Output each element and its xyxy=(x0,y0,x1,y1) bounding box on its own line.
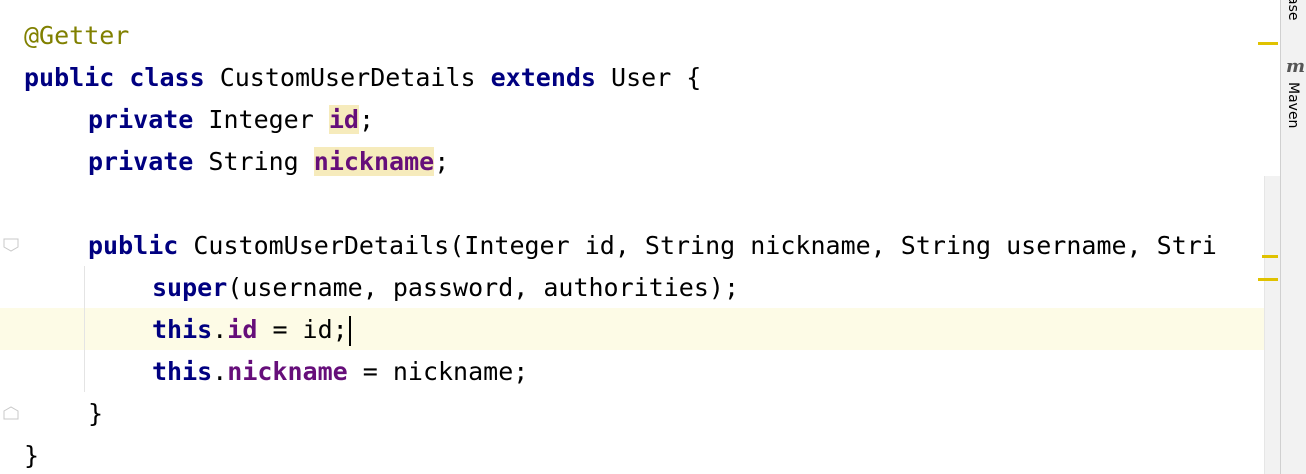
constructor-signature: CustomUserDetails(Integer id, String nic… xyxy=(178,231,1217,260)
keyword-public: public xyxy=(24,63,115,92)
keyword-class: class xyxy=(129,63,205,92)
field-nickname-declaration: nickname xyxy=(313,147,435,176)
usage-marker[interactable] xyxy=(1258,278,1278,281)
code-line-10[interactable]: } xyxy=(0,393,103,435)
superclass: User { xyxy=(595,63,702,92)
code-line-7[interactable]: super(username, password, authorities); xyxy=(0,267,739,309)
keyword-private: private xyxy=(88,147,194,176)
semicolon: ; xyxy=(434,147,450,176)
dot: . xyxy=(212,357,228,386)
closing-brace: } xyxy=(24,441,40,470)
keyword-private: private xyxy=(88,105,194,134)
field-id-reference: id xyxy=(227,315,258,344)
type-name: String xyxy=(193,147,314,176)
code-line-4[interactable]: private String nickname; xyxy=(0,141,449,183)
maven-tool-tab[interactable]: Maven xyxy=(1285,82,1301,128)
field-id-declaration: id xyxy=(328,105,359,134)
assignment: = id; xyxy=(257,315,348,344)
class-name: CustomUserDetails xyxy=(204,63,491,92)
assignment: = nickname; xyxy=(347,357,529,386)
code-line-11[interactable]: } xyxy=(0,435,60,474)
keyword-this: this xyxy=(152,357,213,386)
closing-brace: } xyxy=(88,399,104,428)
vertical-scrollbar[interactable] xyxy=(1264,176,1281,474)
keyword-public: public xyxy=(88,231,179,260)
annotation: @Getter xyxy=(24,21,130,50)
semicolon: ; xyxy=(358,105,374,134)
code-editor[interactable]: @Getter public class CustomUserDetails e… xyxy=(0,0,1264,474)
code-line-3[interactable]: private Integer id; xyxy=(0,99,374,141)
keyword-this: this xyxy=(152,315,213,344)
code-line-9[interactable]: this.nickname = nickname; xyxy=(0,351,528,393)
usage-marker[interactable] xyxy=(1262,255,1278,258)
code-line-1[interactable]: @Getter xyxy=(0,15,129,57)
keyword-extends: extends xyxy=(490,63,596,92)
database-tool-tab[interactable]: ase xyxy=(1285,0,1301,21)
usage-marker[interactable] xyxy=(1258,42,1278,45)
super-call-args: (username, password, authorities); xyxy=(227,273,740,302)
type-name: Integer xyxy=(193,105,329,134)
field-nickname-reference: nickname xyxy=(227,357,348,386)
keyword-super: super xyxy=(152,273,228,302)
code-line-6[interactable]: public CustomUserDetails(Integer id, Str… xyxy=(0,225,1217,267)
code-line-2[interactable]: public class CustomUserDetails extends U… xyxy=(0,57,701,99)
right-tool-window-bar: ase m Maven xyxy=(1280,0,1306,474)
dot: . xyxy=(212,315,228,344)
maven-icon: m xyxy=(1286,56,1306,77)
indent-guide xyxy=(84,266,85,392)
code-line-8[interactable]: this.id = id; xyxy=(0,309,351,351)
text-caret xyxy=(348,316,351,346)
